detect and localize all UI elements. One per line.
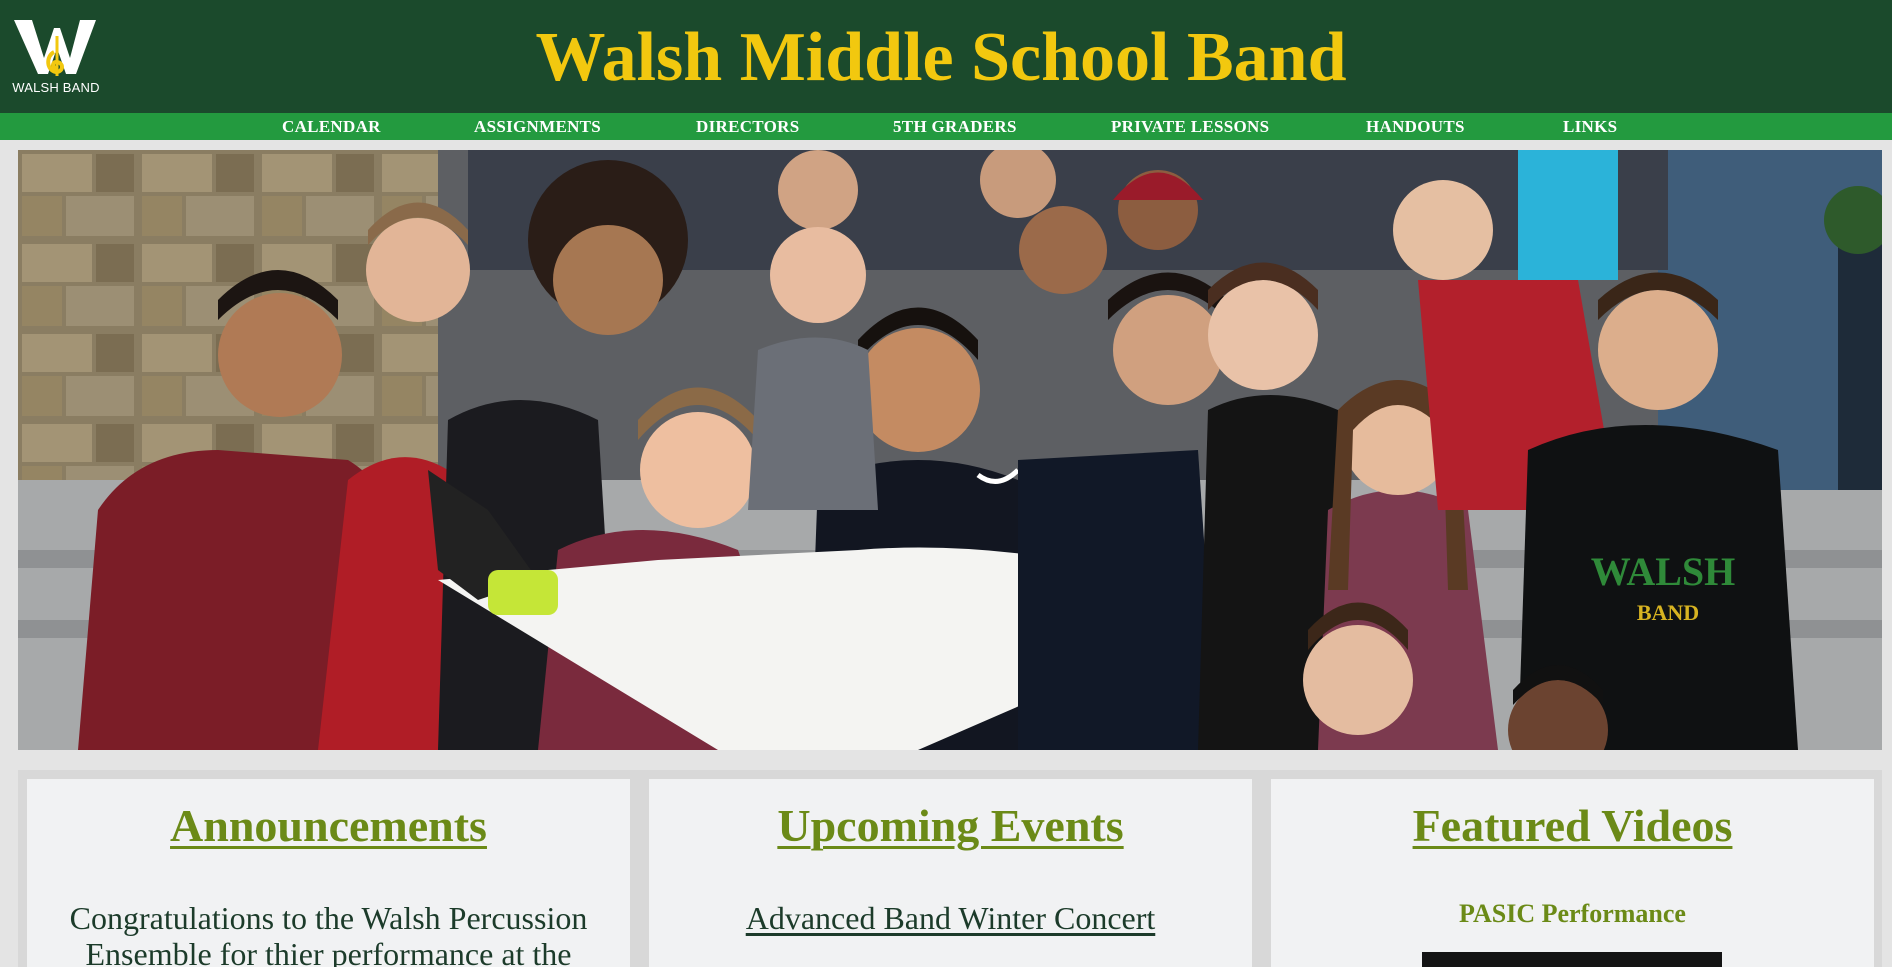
featured-videos-heading[interactable]: Featured Videos — [1271, 799, 1874, 852]
nav-item-assignments[interactable]: ASSIGNMENTS — [474, 117, 601, 137]
announcement-text: Congratulations to the Walsh Percussion … — [69, 900, 588, 967]
hero-photo: WALSH BAND — [18, 150, 1882, 750]
nav-item-calendar[interactable]: CALENDAR — [282, 117, 381, 137]
band-students-photo: WALSH BAND — [18, 150, 1882, 750]
announcements-card: Announcements Congratulations to the Wal… — [27, 779, 630, 967]
event-link[interactable]: Advanced Band Winter Concert — [649, 900, 1252, 937]
main-nav: CALENDAR ASSIGNMENTS DIRECTORS 5TH GRADE… — [0, 113, 1892, 140]
nav-item-private-lessons[interactable]: PRIVATE LESSONS — [1111, 117, 1269, 137]
upcoming-events-heading[interactable]: Upcoming Events — [649, 799, 1252, 852]
nav-item-links[interactable]: LINKS — [1563, 117, 1617, 137]
video-title: PASIC Performance — [1459, 899, 1686, 928]
announcements-heading[interactable]: Announcements — [27, 799, 630, 852]
site-title: Walsh Middle School Band — [535, 19, 1347, 96]
nav-item-directors[interactable]: DIRECTORS — [696, 117, 799, 137]
shirt-text: WALSH — [1591, 549, 1736, 594]
nav-item-handouts[interactable]: HANDOUTS — [1366, 117, 1465, 137]
featured-videos-card: Featured Videos PASIC Performance — [1271, 779, 1874, 967]
site-header: WALSH BAND Walsh Middle School Band — [0, 0, 1892, 113]
video-thumbnail[interactable] — [1422, 952, 1722, 967]
shirt-subtext: BAND — [1637, 600, 1699, 625]
upcoming-events-card: Upcoming Events Advanced Band Winter Con… — [649, 779, 1252, 967]
nav-item-5th-graders[interactable]: 5TH GRADERS — [893, 117, 1017, 137]
